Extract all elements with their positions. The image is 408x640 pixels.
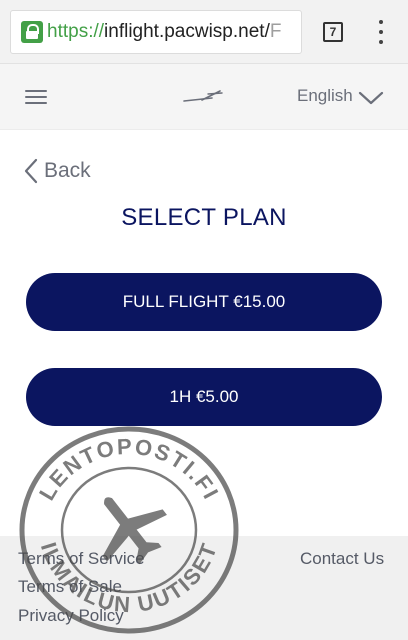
address-bar[interactable]: https://inflight.pacwisp.net/F <box>10 10 302 54</box>
url-scheme: https:// <box>47 21 105 42</box>
browser-menu-icon[interactable] <box>373 20 389 44</box>
language-selector-label[interactable]: English <box>297 86 353 106</box>
contact-us-link[interactable]: Contact Us <box>300 549 384 569</box>
chevron-left-icon <box>24 158 38 184</box>
chevron-down-icon[interactable] <box>358 90 384 106</box>
url-tail: F <box>269 21 282 42</box>
browser-toolbar: https://inflight.pacwisp.net/F 7 <box>0 0 408 64</box>
site-header: English <box>0 64 408 130</box>
plan-one-hour-button[interactable]: 1H €5.00 <box>26 368 382 426</box>
tab-switcher-button[interactable]: 7 <box>323 22 343 42</box>
watermark-stamp: LENTOPOSTI.FI ILMAILUN UUTISET <box>19 426 239 634</box>
airplane-icon <box>102 497 167 565</box>
plan-full-flight-button[interactable]: FULL FLIGHT €15.00 <box>26 273 382 331</box>
secure-lock-icon <box>21 21 43 43</box>
hamburger-menu-icon[interactable] <box>25 90 47 105</box>
url-host: inflight.pacwisp.net/ <box>104 21 270 42</box>
url-text[interactable]: https://inflight.pacwisp.net/F <box>47 21 281 43</box>
page-title: SELECT PLAN <box>121 204 287 231</box>
airline-logo-icon <box>183 90 223 102</box>
back-label: Back <box>44 159 91 182</box>
back-link[interactable]: Back <box>24 158 91 184</box>
svg-text:ILMAILUN UUTISET: ILMAILUN UUTISET <box>36 539 222 618</box>
